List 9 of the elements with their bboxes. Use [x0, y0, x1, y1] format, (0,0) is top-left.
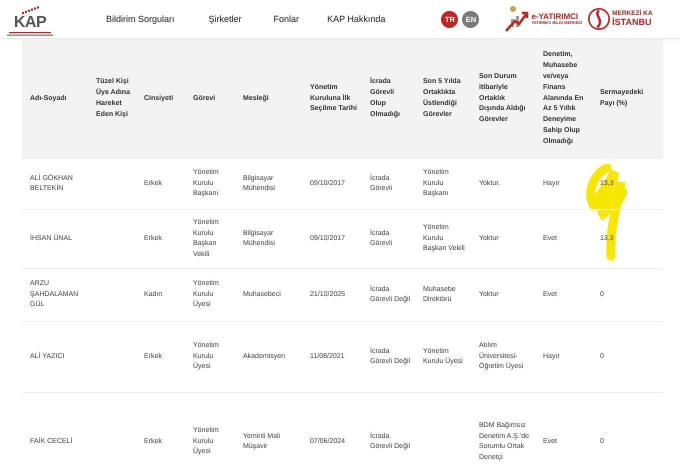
nav-link[interactable]: Şirketler	[208, 14, 242, 24]
figure-logo-icon	[588, 6, 610, 32]
kap-logo[interactable]: KAP	[4, 1, 56, 37]
nav-link[interactable]: Fonlar	[274, 14, 300, 24]
nav-link[interactable]: Bildirim Sorguları	[106, 14, 175, 24]
logo-tagline-drawing	[7, 31, 53, 37]
rising-chart-icon	[505, 5, 530, 33]
logo-text: KAP	[14, 15, 46, 31]
nav-link[interactable]: KAP Hakkında	[327, 14, 386, 24]
